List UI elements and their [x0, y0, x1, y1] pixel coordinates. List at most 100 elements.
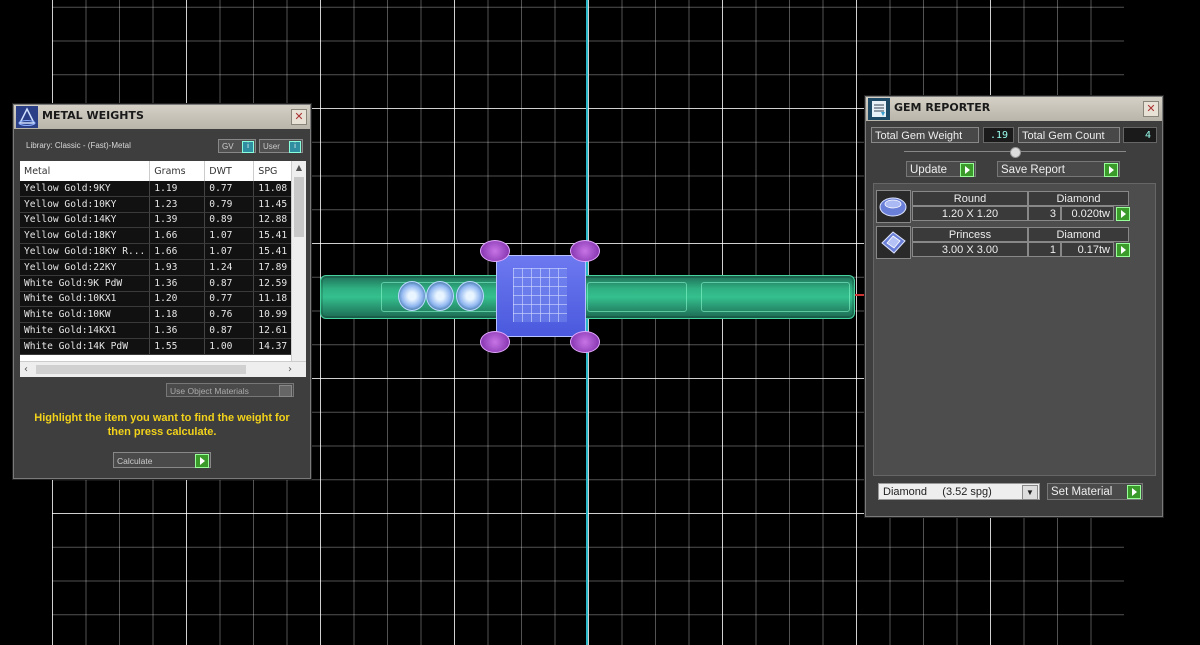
- gem-reporter-title: GEM REPORTER: [894, 101, 991, 114]
- prong-model[interactable]: [570, 240, 600, 262]
- gem-weight: 0.020tw: [1061, 206, 1114, 221]
- dwt-value: 1.00: [204, 338, 255, 355]
- table-row[interactable]: Yellow Gold:18KY 1.66 1.07 15.41: [20, 227, 304, 245]
- scrollbar-thumb[interactable]: [36, 365, 246, 374]
- band-segment: [587, 282, 687, 312]
- set-material-button[interactable]: Set Material: [1047, 483, 1143, 500]
- round-gem-model[interactable]: [426, 281, 454, 311]
- metal-name: White Gold:14K PdW: [20, 338, 151, 355]
- prong-model[interactable]: [570, 331, 600, 353]
- play-icon[interactable]: [195, 454, 209, 468]
- close-icon[interactable]: ✕: [291, 109, 307, 125]
- dwt-value: 0.87: [204, 275, 255, 292]
- metal-name: White Gold:10KW: [20, 306, 151, 324]
- play-icon[interactable]: [960, 163, 974, 177]
- round-gem-model[interactable]: [398, 281, 426, 311]
- grams-value: 1.55: [149, 338, 206, 355]
- scroll-left-icon[interactable]: ‹: [24, 362, 28, 377]
- scroll-up-icon[interactable]: ▲: [292, 161, 306, 175]
- table-row[interactable]: White Gold:14K PdW 1.55 1.00 14.37: [20, 338, 304, 355]
- horizontal-scrollbar[interactable]: ‹ ›: [20, 361, 306, 377]
- metal-name: White Gold:10KX1: [20, 291, 151, 308]
- checkbox-box[interactable]: [279, 385, 292, 397]
- dwt-value: 0.89: [204, 212, 255, 229]
- prong-model[interactable]: [480, 240, 510, 262]
- metal-weights-titlebar[interactable]: METAL WEIGHTS ✕: [14, 105, 310, 129]
- metal-table[interactable]: Metal Grams DWT SPG Yellow Gold:9KY 1.19 0…: [20, 161, 306, 377]
- table-row[interactable]: White Gold:10KW 1.18 0.76 10.99: [20, 306, 304, 324]
- gem-shape: Princess: [912, 227, 1028, 242]
- gem-list[interactable]: Round Diamond 1.20 X 1.20 3 0.020tw Prin…: [873, 183, 1156, 476]
- metal-weights-table: Metal Grams DWT SPG Yellow Gold:9KY 1.19 0…: [20, 161, 304, 355]
- chevron-down-icon[interactable]: ▼: [1022, 485, 1038, 500]
- metal-name: Yellow Gold:18KY: [20, 227, 151, 245]
- gem-material: Diamond: [1028, 227, 1129, 242]
- table-row[interactable]: Yellow Gold:22KY 1.93 1.24 17.89: [20, 259, 304, 276]
- table-row[interactable]: Yellow Gold:18KY R... 1.66 1.07 15.41: [20, 243, 304, 260]
- user-toggle[interactable]: User i: [259, 139, 303, 153]
- play-icon[interactable]: [1116, 207, 1130, 221]
- column-header-metal[interactable]: Metal: [20, 161, 151, 181]
- metal-name: Yellow Gold:22KY: [20, 259, 151, 276]
- gem-reporter-titlebar[interactable]: GEM REPORTER ✕: [866, 97, 1162, 121]
- gem-weight: 0.17tw: [1061, 242, 1114, 257]
- total-gem-weight-value: .19: [983, 127, 1014, 143]
- gv-toggle[interactable]: GV i: [218, 139, 256, 153]
- grams-value: 1.19: [149, 181, 206, 197]
- info-icon: i: [289, 141, 301, 153]
- gem-count: 3: [1028, 206, 1061, 221]
- prong-model[interactable]: [480, 331, 510, 353]
- total-gem-count-value: 4: [1123, 127, 1157, 143]
- stone-facets: [513, 268, 567, 322]
- calculate-button[interactable]: Calculate: [113, 452, 211, 468]
- play-icon[interactable]: [1116, 243, 1130, 257]
- gem-size: 3.00 X 3.00: [912, 242, 1028, 257]
- play-icon[interactable]: [1104, 163, 1118, 177]
- column-header-dwt[interactable]: DWT: [204, 161, 255, 181]
- table-row[interactable]: Yellow Gold:10KY 1.23 0.79 11.45: [20, 196, 304, 213]
- instruction-text: Highlight the item you want to find the …: [34, 412, 290, 438]
- save-report-label: Save Report: [1001, 164, 1065, 176]
- gv-toggle-label: GV: [222, 142, 234, 151]
- user-toggle-label: User: [263, 142, 280, 151]
- material-select[interactable]: Diamond (3.52 spg) ▼: [878, 483, 1040, 500]
- metal-name: Yellow Gold:14KY: [20, 212, 151, 229]
- set-material-label: Set Material: [1051, 486, 1113, 498]
- scroll-right-icon[interactable]: ›: [288, 362, 292, 377]
- gem-reporter-panel: GEM REPORTER ✕ Total Gem Weight .19 Tota…: [865, 96, 1163, 517]
- play-icon[interactable]: [1127, 485, 1141, 499]
- dwt-value: 0.87: [204, 322, 255, 339]
- round-gem-model[interactable]: [456, 281, 484, 311]
- table-row[interactable]: White Gold:10KX1 1.20 0.77 11.18: [20, 291, 304, 308]
- splitter-knob[interactable]: [1010, 147, 1021, 158]
- gem-reporter-icon: [868, 98, 890, 120]
- dwt-value: 0.79: [204, 196, 255, 213]
- vertical-scrollbar[interactable]: ▲: [291, 161, 306, 361]
- table-row[interactable]: Yellow Gold:9KY 1.19 0.77 11.08: [20, 181, 304, 197]
- round-gem-icon: [876, 190, 911, 223]
- gem-count: 1: [1028, 242, 1061, 257]
- dwt-value: 0.77: [204, 181, 255, 197]
- update-button[interactable]: Update: [906, 161, 976, 177]
- table-row[interactable]: Yellow Gold:14KY 1.39 0.89 12.88: [20, 212, 304, 229]
- library-label: Library: Classic - (Fast)-Metal: [26, 141, 131, 150]
- vertical-axis-line: [586, 0, 588, 645]
- close-icon[interactable]: ✕: [1143, 101, 1159, 117]
- grams-value: 1.39: [149, 212, 206, 229]
- table-row[interactable]: White Gold:14KX1 1.36 0.87 12.61: [20, 322, 304, 339]
- use-object-materials-label: Use Object Materials: [170, 386, 249, 396]
- metal-weights-panel: METAL WEIGHTS ✕ Library: Classic - (Fast…: [13, 104, 311, 479]
- save-report-button[interactable]: Save Report: [997, 161, 1120, 177]
- panel-splitter[interactable]: [904, 147, 1126, 158]
- grams-value: 1.23: [149, 196, 206, 213]
- gem-row[interactable]: Round Diamond 1.20 X 1.20 3 0.020tw: [876, 189, 1131, 223]
- use-object-materials-checkbox[interactable]: Use Object Materials: [166, 383, 294, 397]
- scrollbar-thumb[interactable]: [294, 177, 304, 237]
- grams-value: 1.66: [149, 243, 206, 260]
- dwt-value: 0.77: [204, 291, 255, 308]
- gem-shape: Round: [912, 191, 1028, 206]
- table-row[interactable]: White Gold:9K PdW 1.36 0.87 12.59: [20, 275, 304, 292]
- column-header-grams[interactable]: Grams: [149, 161, 206, 181]
- princess-stone-model[interactable]: [496, 255, 586, 337]
- gem-row[interactable]: Princess Diamond 3.00 X 3.00 1 0.17tw: [876, 225, 1131, 259]
